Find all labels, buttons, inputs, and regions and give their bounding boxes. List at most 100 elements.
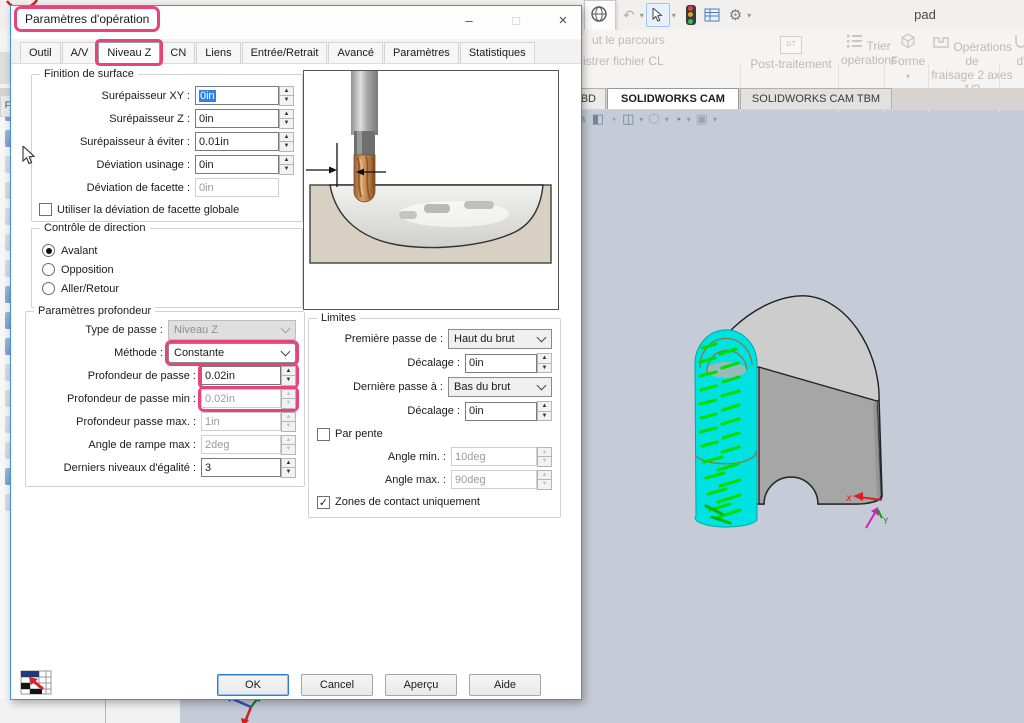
model-3d[interactable]: x Y (660, 270, 960, 550)
forme-button[interactable]: Forme ▾ (886, 32, 930, 84)
ok-button[interactable]: OK (217, 674, 289, 696)
view-orientation-icon[interactable]: ⬡ (648, 111, 659, 127)
tab-parametres[interactable]: Paramètres (384, 42, 459, 63)
zones-contact-checkbox[interactable]: ✓ (317, 496, 330, 509)
aide-button[interactable]: Aide (469, 674, 541, 696)
dialog-content: Finition de surface Surépaisseur XY : 0i… (11, 65, 581, 699)
methode-select[interactable]: Constante (168, 343, 296, 363)
globe-icon[interactable] (590, 5, 608, 23)
par-pente-checkbox[interactable] (317, 428, 330, 441)
shape-cube-icon (899, 32, 917, 49)
angle-min-input: 10deg (451, 447, 537, 466)
tab-niveau-z[interactable]: Niveau Z (98, 42, 160, 63)
field-row: Décalage : 0in ▲▼ (309, 351, 560, 375)
appearance-icon[interactable]: ◫ (622, 111, 634, 127)
spin-up-icon[interactable]: ▲ (537, 401, 552, 412)
tab-avance[interactable]: Avancé (328, 42, 383, 63)
spinner[interactable]: ▲▼ (279, 86, 294, 106)
spinner[interactable]: ▲▼ (537, 353, 552, 373)
spinner[interactable]: ▲▼ (279, 109, 294, 129)
tab-entree-retrait[interactable]: Entrée/Retrait (242, 42, 328, 63)
table-preview-icon[interactable] (19, 669, 55, 697)
spinner[interactable]: ▲▼ (279, 155, 294, 175)
spin-up-icon[interactable]: ▲ (537, 353, 552, 364)
spinner: ▲▼ (537, 447, 552, 467)
spin-down-icon[interactable]: ▼ (281, 376, 296, 386)
display-style-icon[interactable]: ◔ (609, 112, 617, 127)
tab-solidworks-cam-tbm[interactable]: SOLIDWORKS CAM TBM (740, 88, 892, 109)
maximize-icon[interactable]: □ (498, 6, 534, 36)
pointer-icon[interactable] (646, 3, 670, 27)
surepaisseur-z-input[interactable]: 0in (195, 109, 279, 128)
undo-icon[interactable]: ↶ (623, 7, 635, 24)
dropdown-caret-icon[interactable]: ▾ (665, 115, 669, 124)
tab-solidworks-cam[interactable]: SOLIDWORKS CAM (607, 88, 739, 109)
field-label: Première passe de : (309, 333, 448, 345)
derniers-niveaux-input[interactable]: 3 (201, 458, 281, 477)
tab-statistiques[interactable]: Statistiques (460, 42, 535, 63)
minimize-icon[interactable]: – (451, 6, 487, 36)
spinner[interactable]: ▲▼ (279, 132, 294, 152)
gcode-icon: GT (780, 36, 802, 54)
dropdown-caret-icon[interactable]: ▾ (640, 11, 644, 20)
spin-up-icon[interactable]: ▲ (279, 109, 294, 120)
surepaisseur-eviter-input[interactable]: 0.01in (195, 132, 279, 151)
premiere-passe-select[interactable]: Haut du brut (448, 329, 552, 349)
spin-down-icon[interactable]: ▼ (279, 96, 294, 106)
dropdown-caret-icon[interactable]: ▾ (747, 11, 751, 20)
dropdown-caret-icon[interactable]: ▾ (672, 11, 676, 20)
dropdown-caret-icon[interactable]: ▾ (713, 115, 717, 124)
field-row: Profondeur de passe : 0.02in ▲▼ (26, 364, 304, 387)
decalage-haut-input[interactable]: 0in (465, 354, 537, 373)
operation-usinage-button[interactable]: Opérati d'usinage (1002, 34, 1024, 68)
apercu-button[interactable]: Aperçu (385, 674, 457, 696)
surepaisseur-xy-input[interactable]: 0in (195, 86, 279, 105)
spin-up-icon[interactable]: ▲ (281, 458, 296, 469)
tab-outil[interactable]: Outil (20, 42, 61, 63)
screen-icon[interactable]: ▣ (696, 111, 708, 127)
chevron-down-icon (537, 381, 547, 391)
chevron-down-icon (537, 333, 547, 343)
spin-down-icon[interactable]: ▼ (537, 412, 552, 422)
tab-liens[interactable]: Liens (196, 42, 240, 63)
spinner[interactable]: ▲▼ (281, 458, 296, 478)
spin-down-icon[interactable]: ▼ (279, 165, 294, 175)
evaluate-table-icon[interactable] (704, 8, 720, 22)
field-label: Déviation usinage : (32, 159, 195, 171)
close-icon[interactable]: × (545, 6, 581, 36)
svg-text:x: x (845, 493, 852, 504)
spin-down-icon[interactable]: ▼ (279, 142, 294, 152)
facette-globale-checkbox[interactable] (39, 203, 52, 216)
spin-up-icon[interactable]: ▲ (279, 86, 294, 97)
hide-show-icon[interactable]: ◔ (674, 112, 682, 127)
spin-up-icon[interactable]: ▲ (279, 155, 294, 166)
svg-text:Y: Y (882, 517, 889, 527)
spin-down-icon[interactable]: ▼ (279, 119, 294, 129)
spinner[interactable]: ▲▼ (537, 401, 552, 421)
tab-cn[interactable]: CN (161, 42, 195, 63)
gear-icon[interactable]: ⚙ (729, 6, 742, 24)
post-traitement-button[interactable]: GT Post-traitement (745, 36, 837, 71)
field-label: Derniers niveaux d'égalité : (26, 462, 201, 474)
spin-down-icon[interactable]: ▼ (281, 468, 296, 478)
dropdown-caret-icon[interactable]: ▾ (687, 115, 691, 124)
field-label: Angle min. : (309, 451, 451, 463)
finition-group: Finition de surface Surépaisseur XY : 0i… (31, 74, 303, 222)
dropdown-caret-icon[interactable]: ▾ (639, 115, 643, 124)
derniere-passe-select[interactable]: Bas du brut (448, 377, 552, 397)
spin-up-icon[interactable]: ▲ (279, 132, 294, 143)
tab-av[interactable]: A/V (62, 42, 98, 63)
spin-up-icon[interactable]: ▲ (281, 366, 296, 377)
dialog-titlebar[interactable]: Paramètres d'opération – □ × (11, 6, 581, 37)
spinner[interactable]: ▲▼ (281, 366, 296, 386)
opposition-radio[interactable] (42, 263, 55, 276)
profondeur-de-passe-input[interactable]: 0.02in (201, 366, 281, 385)
cancel-button[interactable]: Cancel (301, 674, 373, 696)
aller-retour-radio[interactable] (42, 282, 55, 295)
traffic-light-icon[interactable] (686, 5, 696, 25)
deviation-usinage-input[interactable]: 0in (195, 155, 279, 174)
avalant-radio[interactable] (42, 244, 55, 257)
spin-down-icon[interactable]: ▼ (537, 364, 552, 374)
decalage-bas-input[interactable]: 0in (465, 402, 537, 421)
section-view-icon[interactable]: ◧ (592, 111, 604, 127)
